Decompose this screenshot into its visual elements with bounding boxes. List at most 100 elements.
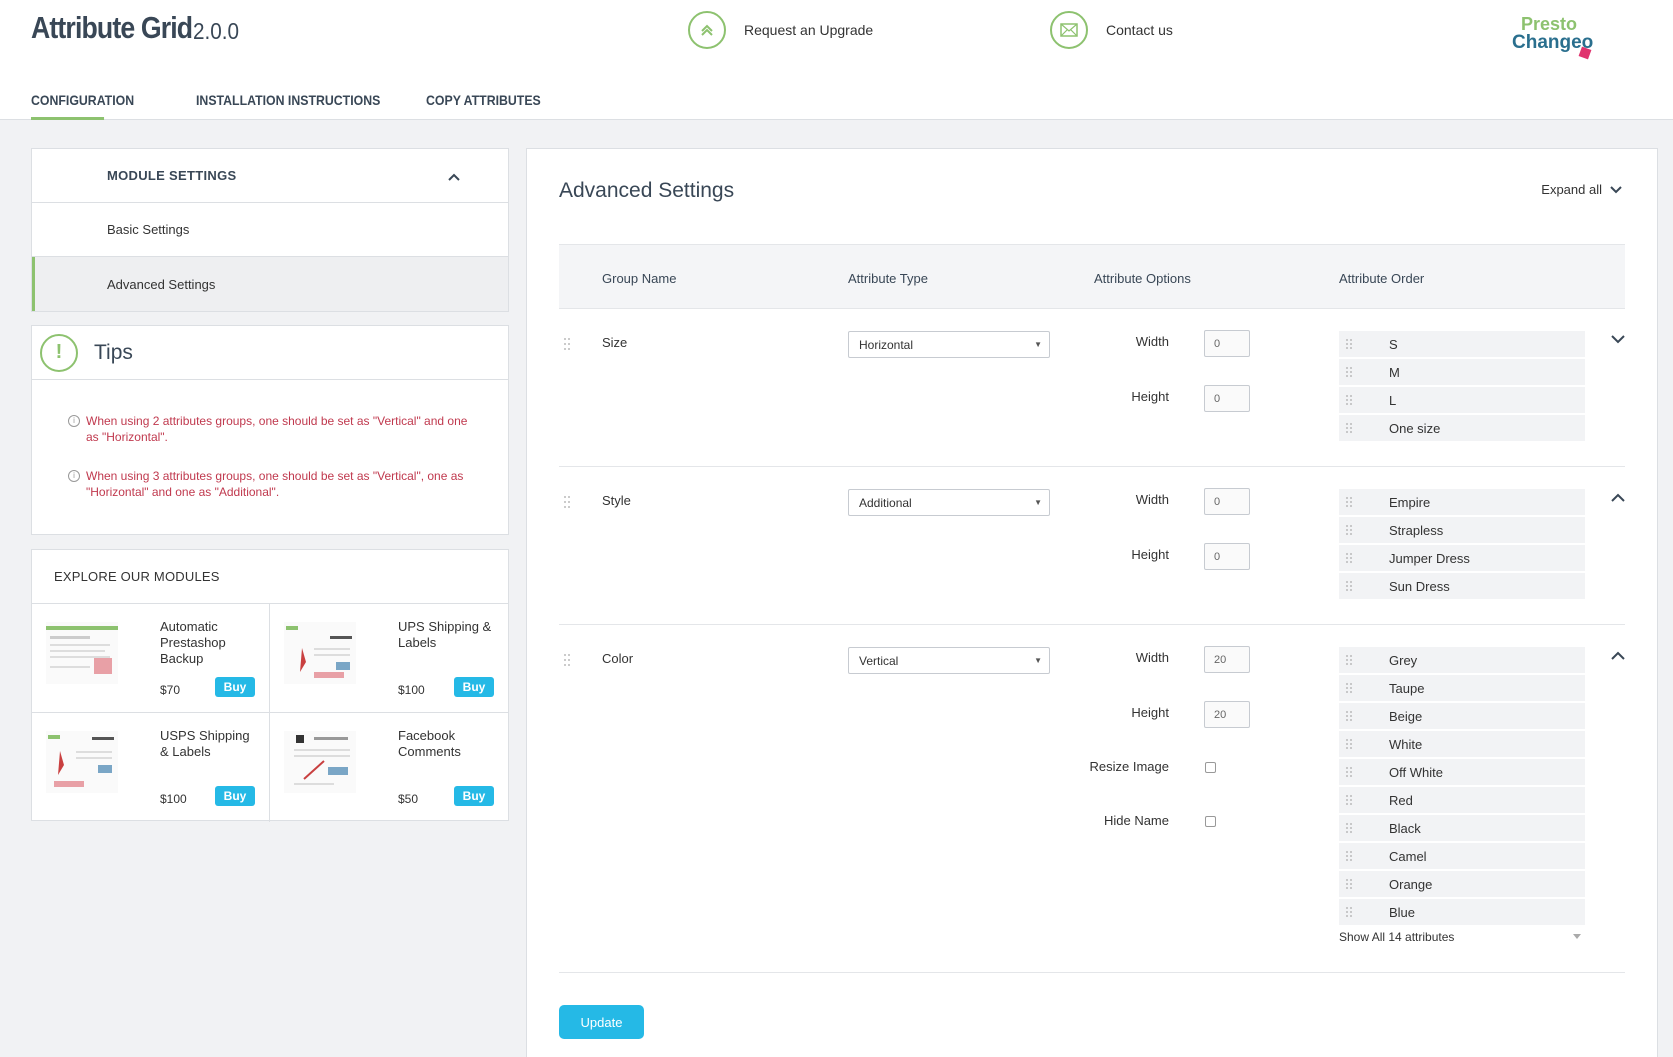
request-upgrade-link[interactable]: Request an Upgrade	[688, 10, 873, 50]
sidebar-item-label: Advanced Settings	[107, 276, 216, 292]
module-price: $50	[398, 792, 419, 806]
attribute-type-select[interactable]: Vertical ▼	[848, 647, 1050, 674]
app-title: Attribute Grid	[31, 10, 193, 45]
resize-image-checkbox[interactable]	[1205, 762, 1216, 773]
list-item[interactable]: White	[1339, 731, 1585, 757]
buy-button[interactable]: Buy	[454, 677, 494, 697]
list-item[interactable]: Strapless	[1339, 517, 1585, 543]
list-item[interactable]: Orange	[1339, 871, 1585, 897]
caret-down-icon	[1573, 934, 1581, 939]
list-item[interactable]: Jumper Dress	[1339, 545, 1585, 571]
module-name: Facebook Comments	[398, 728, 461, 759]
module-price: $100	[398, 683, 425, 697]
drag-handle-icon	[1346, 367, 1352, 377]
buy-button[interactable]: Buy	[454, 786, 494, 806]
height-label: Height	[1131, 389, 1169, 404]
buy-button[interactable]: Buy	[215, 786, 255, 806]
list-item[interactable]: Black	[1339, 815, 1585, 841]
attribute-order-list: S M L One size	[1339, 331, 1585, 443]
option-label: Jumper Dress	[1389, 550, 1470, 566]
attribute-order-list: Empire Strapless Jumper Dress Sun Dress	[1339, 489, 1585, 601]
drag-handle-icon	[1346, 851, 1352, 861]
list-item[interactable]: Blue	[1339, 899, 1585, 925]
width-input[interactable]: 0	[1204, 330, 1250, 357]
height-input[interactable]: 0	[1204, 543, 1250, 570]
column-header-group-name: Group Name	[602, 271, 677, 286]
envelope-icon	[1050, 11, 1088, 49]
attribute-type-select[interactable]: Horizontal ▼	[848, 331, 1050, 358]
drag-handle-icon	[1346, 423, 1352, 433]
list-item[interactable]: Off White	[1339, 759, 1585, 785]
chevron-up-icon[interactable]	[1611, 493, 1625, 502]
buy-button[interactable]: Buy	[215, 677, 255, 697]
drag-handle-icon[interactable]	[563, 653, 571, 667]
expand-all-button[interactable]: Expand all	[1541, 182, 1622, 197]
attribute-type-value: Horizontal	[859, 337, 914, 352]
module-card: UPS Shipping & Labels $100 Buy	[270, 604, 508, 713]
list-item[interactable]: Taupe	[1339, 675, 1585, 701]
drag-handle-icon	[1346, 553, 1352, 563]
modules-grid: Automatic Prestashop Backup $70 Buy UPS …	[32, 604, 508, 822]
drag-handle-icon	[1346, 683, 1352, 693]
option-label: One size	[1389, 420, 1441, 436]
list-item[interactable]: M	[1339, 359, 1585, 385]
module-card: Automatic Prestashop Backup $70 Buy	[32, 604, 270, 713]
drag-handle-icon	[1346, 879, 1352, 889]
explore-modules-title: EXPLORE OUR MODULES	[32, 550, 508, 604]
chevron-down-icon	[1610, 185, 1622, 193]
hide-name-checkbox[interactable]	[1205, 816, 1216, 827]
app-header: Attribute Grid 2.0.0 Request an Upgrade …	[0, 0, 1673, 120]
tab-copy-attributes[interactable]: COPY ATTRIBUTES	[426, 92, 541, 120]
list-item[interactable]: Red	[1339, 787, 1585, 813]
request-upgrade-label: Request an Upgrade	[744, 22, 874, 38]
show-all-attributes-link[interactable]: Show All 14 attributes	[1339, 930, 1585, 944]
drag-handle-icon[interactable]	[563, 337, 571, 351]
list-item[interactable]: L	[1339, 387, 1585, 413]
exclamation-icon: !	[40, 333, 78, 372]
double-chevron-up-icon	[688, 11, 726, 49]
advanced-settings-panel: Advanced Settings Expand all Group Name …	[526, 148, 1658, 1057]
module-name: Automatic Prestashop Backup	[160, 619, 226, 666]
height-label: Height	[1131, 547, 1169, 562]
option-label: Orange	[1389, 876, 1433, 892]
drag-handle-icon	[1346, 655, 1352, 665]
contact-us-link[interactable]: Contact us	[1050, 10, 1173, 50]
list-item[interactable]: Sun Dress	[1339, 573, 1585, 599]
option-label: Off White	[1389, 764, 1443, 780]
list-item[interactable]: One size	[1339, 415, 1585, 441]
info-icon: i	[68, 470, 80, 482]
drag-handle-icon	[1346, 581, 1352, 591]
show-all-label: Show All 14 attributes	[1339, 930, 1455, 944]
tip-item: i When using 2 attributes groups, one sh…	[68, 413, 478, 445]
height-input[interactable]: 20	[1204, 701, 1250, 728]
chevron-down-icon[interactable]	[1611, 335, 1625, 344]
list-item[interactable]: Camel	[1339, 843, 1585, 869]
module-card: Facebook Comments $50 Buy	[270, 713, 508, 822]
width-input[interactable]: 0	[1204, 488, 1250, 515]
explore-modules-panel: EXPLORE OUR MODULES Automatic Prestashop…	[31, 549, 509, 822]
module-settings-toggle[interactable]: MODULE SETTINGS	[32, 149, 508, 203]
chevron-up-icon[interactable]	[1611, 651, 1625, 660]
width-input[interactable]: 20	[1204, 646, 1250, 673]
drag-handle-icon	[1346, 711, 1352, 721]
drag-handle-icon[interactable]	[563, 495, 571, 509]
list-item[interactable]: Beige	[1339, 703, 1585, 729]
tab-installation-instructions[interactable]: INSTALLATION INSTRUCTIONS	[196, 92, 380, 120]
option-label: Beige	[1389, 708, 1423, 724]
tab-configuration[interactable]: CONFIGURATION	[31, 92, 134, 120]
list-item[interactable]: Grey	[1339, 647, 1585, 673]
sidebar-item-basic-settings[interactable]: Basic Settings	[32, 203, 508, 257]
update-button[interactable]: Update	[559, 1005, 644, 1039]
list-item[interactable]: S	[1339, 331, 1585, 357]
tips-panel: ! Tips i When using 2 attributes groups,…	[31, 325, 509, 535]
column-header-attribute-order: Attribute Order	[1339, 271, 1425, 286]
list-item[interactable]: Empire	[1339, 489, 1585, 515]
attribute-type-select[interactable]: Additional ▼	[848, 489, 1050, 516]
sidebar-item-advanced-settings[interactable]: Advanced Settings	[32, 257, 508, 311]
option-label: Camel	[1389, 848, 1427, 864]
drag-handle-icon	[1346, 907, 1352, 917]
height-input[interactable]: 0	[1204, 385, 1250, 412]
option-label: Red	[1389, 792, 1413, 808]
tip-item: i When using 3 attributes groups, one sh…	[68, 468, 478, 500]
module-settings-title: MODULE SETTINGS	[107, 168, 237, 183]
